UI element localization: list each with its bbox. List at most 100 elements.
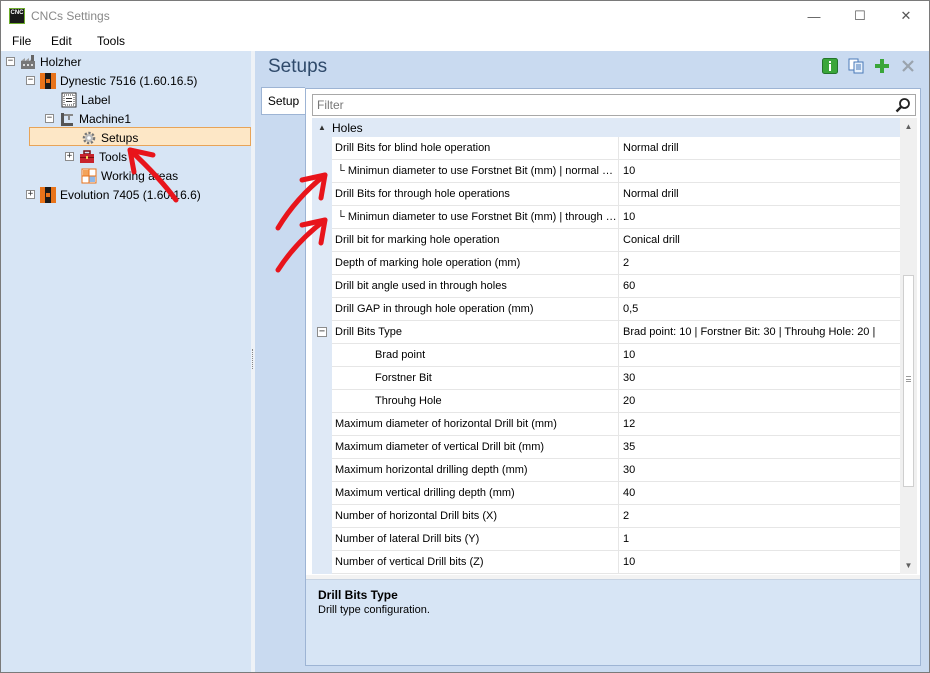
scroll-up-icon[interactable]: ▲ [900, 118, 917, 135]
table-row[interactable]: Depth of marking hole operation (mm) 2 [312, 252, 900, 275]
table-row[interactable]: Forstner Bit 30 [312, 367, 900, 390]
expand-icon[interactable]: + [26, 190, 35, 199]
scroll-down-icon[interactable]: ▼ [900, 557, 917, 574]
property-value[interactable]: 12 [619, 413, 900, 436]
property-name: Drill bit angle used in through holes [332, 275, 619, 298]
tree-label-holzher: Holzher [40, 54, 82, 69]
row-gutter [312, 298, 332, 321]
property-name: Depth of marking hole operation (mm) [332, 252, 619, 275]
tree-item-dynestic[interactable]: − Dynestic 7516 (1.60.16.5) [26, 71, 197, 90]
property-name: Drill Bits Type [332, 321, 619, 344]
property-value[interactable]: 2 [619, 252, 900, 275]
search-icon[interactable] [895, 97, 911, 113]
property-name: Drill bit for marking hole operation [332, 229, 619, 252]
tab-setup[interactable]: Setup [261, 87, 305, 115]
vertical-scrollbar[interactable]: ▲ ▼ [900, 118, 917, 574]
property-value[interactable]: 10 [619, 551, 900, 574]
machine-brand-icon [40, 72, 56, 89]
collapse-icon[interactable]: − [26, 76, 35, 85]
table-row[interactable]: Maximum diameter of horizontal Drill bit… [312, 413, 900, 436]
maximize-button[interactable]: ☐ [837, 1, 883, 31]
property-value[interactable]: Normal drill [619, 137, 900, 160]
filter-input[interactable] [313, 95, 893, 115]
tree-item-tools[interactable]: + Tools [65, 147, 127, 166]
tree-pane: − Holzher − Dynestic 7516 (1.60.16.5) La… [1, 51, 251, 672]
table-row[interactable]: Number of horizontal Drill bits (X) 2 [312, 505, 900, 528]
menu-edit[interactable]: Edit [51, 34, 72, 48]
property-value[interactable]: 40 [619, 482, 900, 505]
tree-item-holzher[interactable]: − Holzher [6, 52, 81, 71]
property-value[interactable]: 1 [619, 528, 900, 551]
collapse-icon[interactable]: − [6, 57, 15, 66]
description-title: Drill Bits Type [318, 588, 398, 602]
tree-item-label[interactable]: Label [61, 90, 110, 109]
property-value[interactable]: Brad point: 10 | Forstner Bit: 30 | Thro… [619, 321, 900, 344]
row-gutter [312, 160, 332, 183]
row-gutter [312, 252, 332, 275]
table-row[interactable]: − Drill Bits Type Brad point: 10 | Forstne… [312, 321, 900, 344]
info-icon[interactable] [822, 58, 838, 74]
row-gutter [312, 436, 332, 459]
property-value[interactable]: 20 [619, 390, 900, 413]
minimize-button[interactable]: — [791, 1, 837, 31]
row-gutter [312, 505, 332, 528]
table-row[interactable]: Brad point 10 [312, 344, 900, 367]
menu-file[interactable]: File [12, 34, 31, 48]
property-value[interactable]: 2 [619, 505, 900, 528]
menu-tools[interactable]: Tools [97, 34, 125, 48]
property-value[interactable]: Conical drill [619, 229, 900, 252]
tree-label-dynestic: Dynestic 7516 (1.60.16.5) [60, 73, 198, 88]
table-row[interactable]: Maximum vertical drilling depth (mm) 40 [312, 482, 900, 505]
table-row[interactable]: Drill Bits for through hole operations No… [312, 183, 900, 206]
property-value[interactable]: 35 [619, 436, 900, 459]
property-value[interactable]: Normal drill [619, 183, 900, 206]
table-row[interactable]: Number of lateral Drill bits (Y) 1 [312, 528, 900, 551]
table-row[interactable]: Maximum diameter of vertical Drill bit (… [312, 436, 900, 459]
table-row[interactable]: Drill bit angle used in through holes 60 [312, 275, 900, 298]
expand-icon[interactable]: + [65, 152, 74, 161]
delete-icon[interactable] [900, 58, 916, 74]
collapse-icon[interactable]: − [45, 114, 54, 123]
group-row-holes[interactable]: ▲ Holes [312, 118, 900, 137]
machine-icon [59, 111, 75, 127]
row-gutter [312, 367, 332, 390]
close-button[interactable]: ✕ [883, 1, 929, 31]
row-gutter [312, 137, 332, 160]
tree-item-machine1[interactable]: − Machine1 [45, 109, 131, 128]
table-row[interactable]: └ Minimun diameter to use Forstnet Bit (… [312, 206, 900, 229]
property-name: Drill Bits for blind hole operation [332, 137, 619, 160]
tree-item-setups[interactable]: Setups [81, 128, 138, 147]
property-name: Drill GAP in through hole operation (mm) [332, 298, 619, 321]
collapse-icon[interactable]: − [317, 327, 327, 337]
property-value[interactable]: 60 [619, 275, 900, 298]
property-name: └ Minimun diameter to use Forstnet Bit (… [332, 206, 619, 229]
table-row[interactable]: Drill bit for marking hole operation Coni… [312, 229, 900, 252]
property-value[interactable]: 10 [619, 344, 900, 367]
tree-item-evolution[interactable]: + Evolution 7405 (1.60.16.6) [26, 185, 201, 204]
table-row[interactable]: Number of vertical Drill bits (Z) 10 [312, 551, 900, 574]
property-value[interactable]: 0,5 [619, 298, 900, 321]
tree-label-machine1: Machine1 [79, 111, 132, 126]
tree-label-evolution: Evolution 7405 (1.60.16.6) [60, 187, 201, 202]
table-row[interactable]: Drill Bits for blind hole operation Norma… [312, 137, 900, 160]
copy-icon[interactable] [848, 58, 864, 74]
tree-label-setups: Setups [101, 130, 139, 145]
description-pane: Drill Bits Type Drill type configuration… [306, 579, 920, 665]
scroll-thumb[interactable] [903, 275, 914, 487]
tree-selection-highlight [29, 127, 251, 146]
row-gutter: − [312, 321, 332, 344]
factory-icon [20, 54, 36, 70]
chevron-up-icon[interactable]: ▲ [312, 123, 332, 132]
property-grid: ▲ Holes Drill Bits for blind hole operat… [312, 118, 900, 574]
property-value[interactable]: 10 [619, 206, 900, 229]
property-value[interactable]: 30 [619, 459, 900, 482]
table-row[interactable]: Throuhg Hole 20 [312, 390, 900, 413]
property-value[interactable]: 10 [619, 160, 900, 183]
property-value[interactable]: 30 [619, 367, 900, 390]
row-gutter [312, 390, 332, 413]
table-row[interactable]: Drill GAP in through hole operation (mm)… [312, 298, 900, 321]
table-row[interactable]: └ Minimun diameter to use Forstnet Bit (… [312, 160, 900, 183]
table-row[interactable]: Maximum horizontal drilling depth (mm) 30 [312, 459, 900, 482]
tree-item-working-areas[interactable]: Working areas [81, 166, 178, 185]
add-icon[interactable] [874, 58, 890, 74]
